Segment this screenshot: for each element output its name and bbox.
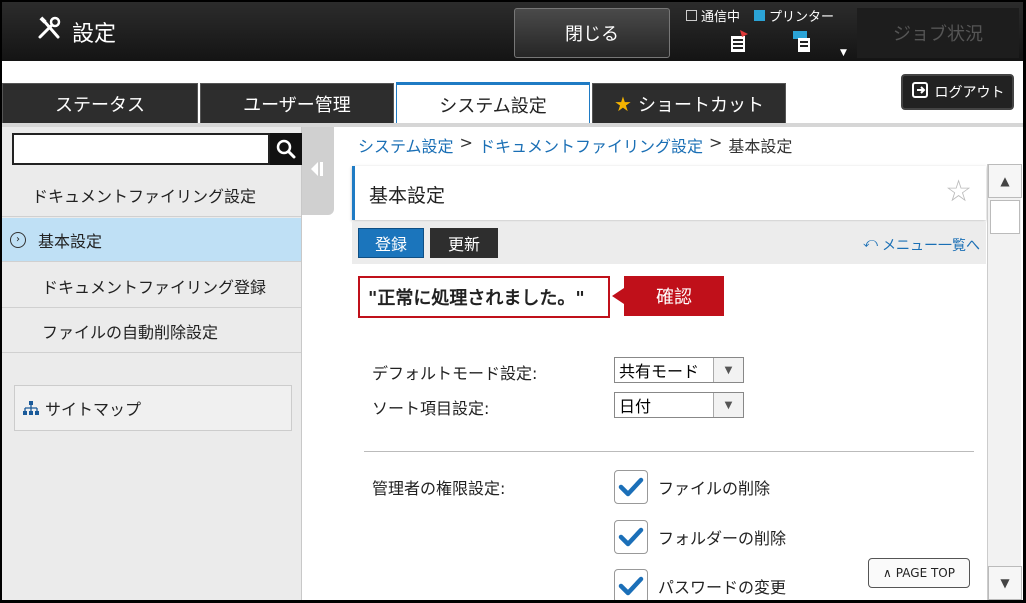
job-status-button[interactable]: ジョブ状況: [857, 8, 1019, 58]
checkmark-icon: [618, 576, 644, 596]
sidebar-item-label: 基本設定: [38, 231, 103, 251]
tab-shortcut-label: ショートカット: [637, 95, 764, 116]
default-mode-value: 共有モード: [619, 362, 700, 381]
checkbox-change-password[interactable]: パスワードの変更: [614, 569, 786, 600]
sidebar-collapse-button[interactable]: [302, 127, 334, 215]
status-printer-label: プリンター: [769, 9, 835, 25]
default-mode-label: デフォルトモード設定:: [372, 364, 538, 383]
admin-permission-label: 管理者の権限設定:: [372, 479, 506, 498]
sidebar-item-document-filing-registration[interactable]: ドキュメントファイリング登録: [2, 264, 301, 308]
tab-status-label: ステータス: [55, 95, 145, 116]
tools-icon: [36, 15, 64, 49]
logout-button[interactable]: ログアウト: [901, 74, 1014, 110]
sort-item-value: 日付: [619, 397, 652, 416]
scrollbar[interactable]: ▲ ▼: [987, 164, 1022, 600]
tab-shortcut[interactable]: ★ ショートカット: [592, 83, 786, 124]
device-status: 通信中 プリンター ▼: [686, 6, 854, 60]
page-top-button[interactable]: ∧ PAGE TOP: [868, 558, 970, 588]
app-title: 設定: [36, 14, 116, 50]
sitemap-label: サイトマップ: [45, 400, 142, 419]
breadcrumb-current: 基本設定: [728, 137, 793, 156]
checkbox-label: フォルダーの削除: [658, 529, 787, 548]
checkbox[interactable]: [614, 520, 648, 554]
page-header: 基本設定 ☆: [352, 166, 986, 220]
chevron-down-icon: ▼: [713, 358, 743, 382]
breadcrumb-document-filing-settings[interactable]: ドキュメントファイリング設定: [479, 133, 703, 157]
device-dropdown-icon[interactable]: ▼: [840, 48, 847, 58]
scroll-thumb[interactable]: [990, 200, 1020, 234]
top-bar: 設定 閉じる 通信中 プリンター ▼ ジョブ状況: [2, 2, 1023, 61]
sidebar-item-basic-settings[interactable]: › 基本設定: [2, 218, 301, 262]
printer-indicator-icon: [754, 9, 766, 21]
sitemap-link[interactable]: サイトマップ: [14, 385, 292, 431]
scroll-up-icon[interactable]: ▲: [988, 164, 1022, 198]
checkmark-icon: [618, 477, 644, 497]
default-mode-select[interactable]: 共有モード ▼: [614, 357, 744, 383]
scroll-down-icon[interactable]: ▼: [988, 566, 1022, 600]
checkmark-icon: [618, 527, 644, 547]
chevron-down-icon: ▼: [713, 393, 743, 417]
checkbox-delete-file[interactable]: ファイルの削除: [614, 470, 770, 504]
logout-icon: [911, 81, 929, 103]
favorite-star-icon[interactable]: ☆: [945, 174, 972, 209]
divider: [364, 451, 974, 452]
sitemap-icon: [23, 401, 39, 415]
app-frame: 設定 閉じる 通信中 プリンター ▼ ジョブ状況 ステータス ユーザー管理 シス…: [2, 2, 1023, 600]
sidebar-search-input[interactable]: [12, 133, 270, 165]
star-icon: ★: [614, 92, 632, 116]
fax-device-icon[interactable]: [726, 28, 752, 58]
sort-item-label: ソート項目設定:: [372, 399, 490, 418]
confirm-callout: 確認: [612, 276, 724, 316]
breadcrumb-system-settings[interactable]: システム設定: [358, 133, 454, 157]
status-comm-label: 通信中: [701, 9, 741, 25]
return-arrow-icon: ⤺: [863, 235, 878, 251]
breadcrumb: システム設定 > ドキュメントファイリング設定 > 基本設定: [358, 133, 792, 157]
checkbox-label: ファイルの削除: [658, 479, 771, 498]
checkbox-delete-folder[interactable]: フォルダーの削除: [614, 520, 786, 554]
checkbox[interactable]: [614, 470, 648, 504]
sidebar-item-auto-delete-settings[interactable]: ファイルの自動削除設定: [2, 309, 301, 353]
comm-indicator-icon: [686, 9, 697, 21]
search-button[interactable]: [270, 133, 302, 165]
tab-system-settings-label: システム設定: [439, 95, 547, 117]
logout-label: ログアウト: [934, 85, 1005, 101]
sidebar-item-label: ファイルの自動削除設定: [42, 322, 219, 342]
menu-list-link[interactable]: ⤺ メニュー一覧へ: [863, 235, 980, 255]
tab-system-settings[interactable]: システム設定: [396, 82, 590, 124]
sidebar: ドキュメントファイリング設定 › 基本設定 ドキュメントファイリング登録 ファイ…: [2, 127, 302, 600]
success-message: "正常に処理されました。": [358, 276, 610, 318]
collapse-left-icon: [311, 162, 323, 176]
page-top-label: PAGE TOP: [895, 566, 955, 580]
tab-status[interactable]: ステータス: [2, 83, 198, 124]
action-bar: 登録 更新 ⤺ メニュー一覧へ: [352, 222, 986, 264]
search-icon: [276, 139, 296, 159]
sidebar-item-label: ドキュメントファイリング登録: [42, 277, 267, 297]
checkbox[interactable]: [614, 569, 648, 600]
update-button[interactable]: 更新: [430, 228, 498, 258]
menu-list-label: メニュー一覧へ: [882, 238, 980, 254]
close-button[interactable]: 閉じる: [514, 8, 670, 58]
page-title: 基本設定: [369, 185, 446, 207]
app-title-text: 設定: [72, 22, 117, 47]
checkbox-label: パスワードの変更: [658, 578, 787, 597]
sidebar-item-document-filing-settings[interactable]: ドキュメントファイリング設定: [2, 173, 301, 217]
sidebar-item-label: ドキュメントファイリング設定: [32, 186, 257, 206]
tab-user-management[interactable]: ユーザー管理: [200, 83, 394, 124]
sort-item-select[interactable]: 日付 ▼: [614, 392, 744, 418]
chevron-up-icon: ∧: [883, 566, 892, 580]
chevron-right-icon: ›: [10, 231, 26, 248]
register-button[interactable]: 登録: [358, 228, 424, 258]
printer-device-icon[interactable]: [790, 28, 816, 58]
tab-user-management-label: ユーザー管理: [243, 95, 351, 116]
breadcrumb-separator: >: [459, 133, 473, 152]
breadcrumb-separator: >: [708, 133, 723, 152]
